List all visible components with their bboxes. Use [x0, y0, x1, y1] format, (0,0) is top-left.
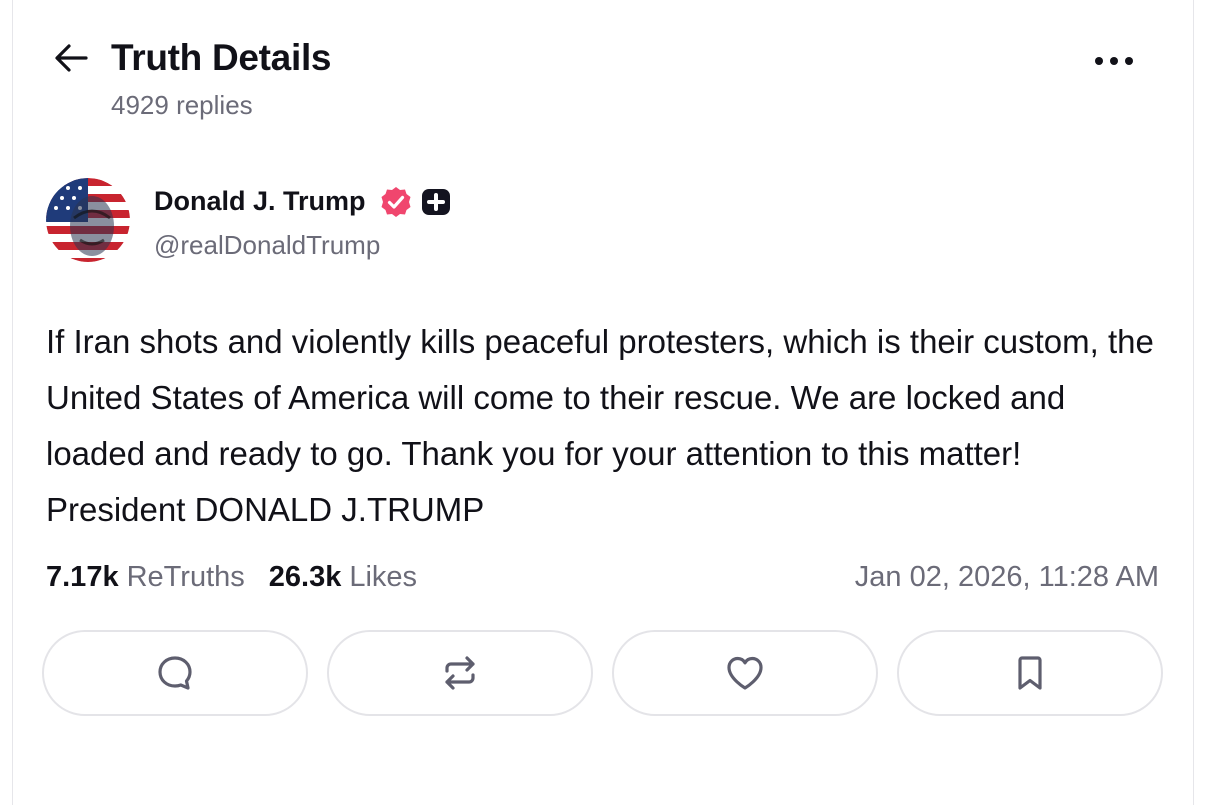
bookmark-button[interactable]: [897, 630, 1163, 716]
author-name[interactable]: Donald J. Trump: [154, 184, 366, 218]
likes-count[interactable]: 26.3k: [269, 558, 342, 596]
retruths-label[interactable]: ReTruths: [127, 558, 245, 596]
post-stats: 7.17k ReTruths 26.3k Likes: [46, 558, 417, 596]
likes-label[interactable]: Likes: [349, 558, 417, 596]
arrow-left-icon: [54, 43, 88, 73]
avatar[interactable]: [46, 178, 130, 262]
replies-count: 4929 replies: [111, 90, 253, 120]
verified-badge-icon: [379, 185, 413, 219]
bookmark-icon: [1010, 653, 1050, 693]
more-horizontal-icon: [1094, 56, 1134, 66]
like-button[interactable]: [612, 630, 878, 716]
retruth-button[interactable]: [327, 630, 593, 716]
page-title: Truth Details: [111, 37, 332, 78]
post-timestamp: Jan 02, 2026, 11:28 AM: [854, 561, 1159, 593]
post-text: If Iran shots and violently kills peacef…: [46, 323, 1164, 528]
back-button[interactable]: [51, 38, 91, 78]
comment-icon: [155, 653, 195, 693]
retruths-count[interactable]: 7.17k: [46, 558, 119, 596]
heart-icon: [724, 653, 766, 693]
reply-button[interactable]: [42, 630, 308, 716]
plus-badge-icon: [421, 188, 451, 216]
post-detail-panel: Truth Details 4929 replies Donald J. Tru…: [12, 0, 1194, 805]
more-options-button[interactable]: [1089, 44, 1139, 78]
repost-icon: [440, 653, 480, 693]
author-handle[interactable]: @realDonaldTrump: [154, 229, 380, 261]
